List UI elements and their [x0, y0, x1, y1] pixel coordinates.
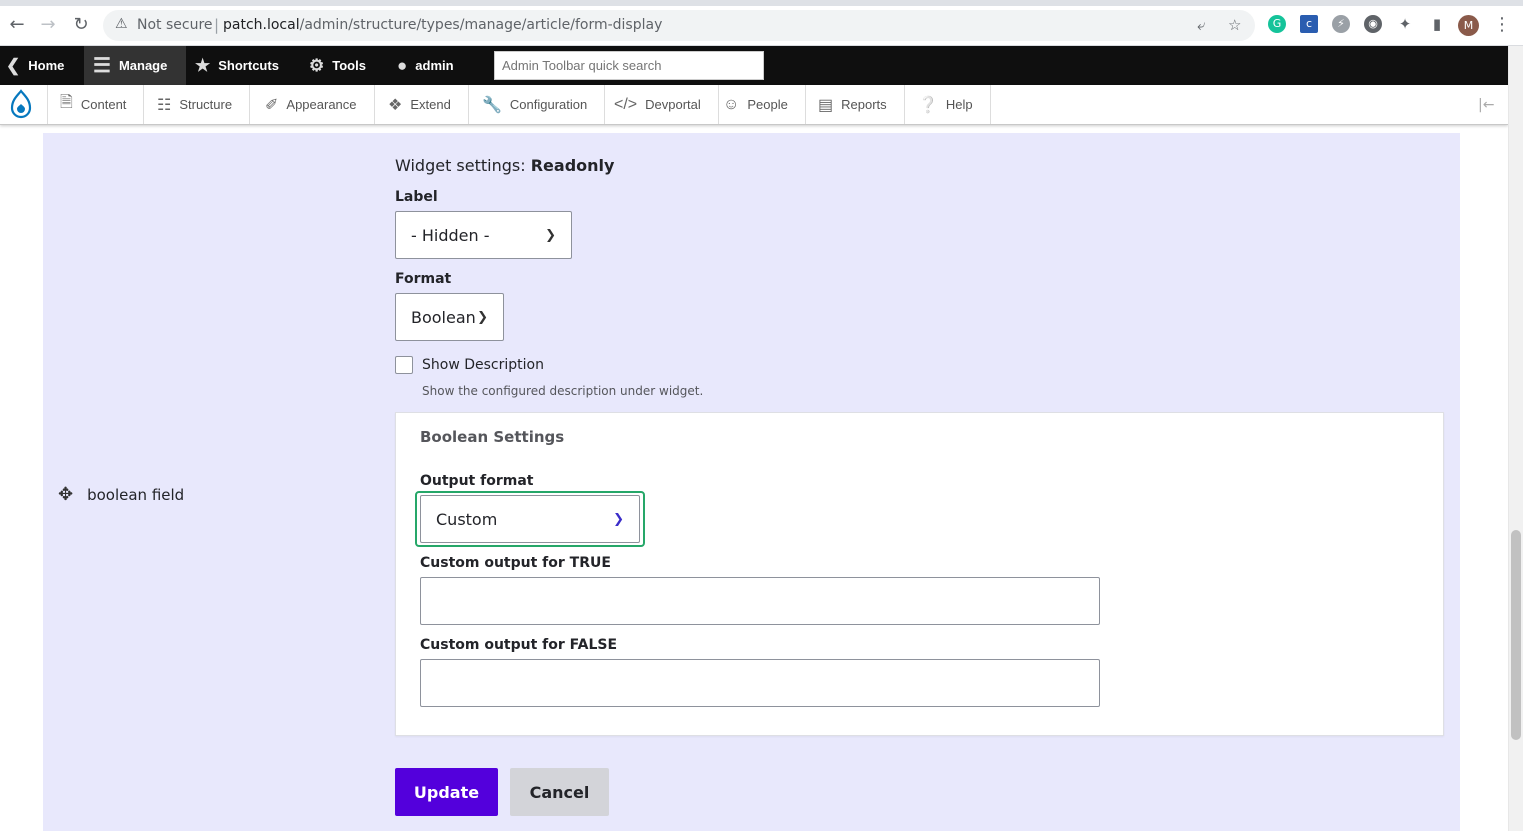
tray-item-help[interactable]: ❔ Help — [906, 85, 991, 124]
admin-tray: 🗎 Content ☷ Structure ✐ Appearance ❖ Extend … — [0, 85, 1508, 125]
reload-icon[interactable]: ↻ — [70, 14, 92, 36]
custom-false-label: Custom output for FALSE — [420, 637, 618, 653]
tray-item-appearance[interactable]: ✐ Appearance — [253, 85, 375, 124]
custom-true-input[interactable] — [420, 577, 1100, 625]
show-description-checkbox[interactable] — [395, 356, 413, 374]
lightning-extension-icon[interactable]: ⚡ — [1332, 15, 1350, 33]
toolbar-search-input[interactable] — [494, 51, 764, 80]
toolbar-user[interactable]: ● admin — [397, 46, 454, 85]
grammarly-icon[interactable]: G — [1268, 15, 1286, 33]
address-bar[interactable]: ⚠ Not secure | patch.local/admin/structu… — [103, 10, 1255, 41]
toolbar-tools[interactable]: ⚙ Tools — [309, 46, 366, 85]
star-icon[interactable]: ☆ — [1228, 16, 1241, 34]
toolbar-home[interactable]: ❮ Home — [6, 46, 64, 85]
people-icon: ☺ — [723, 95, 740, 113]
gear-icon: ⚙ — [309, 55, 325, 75]
scrollbar-thumb[interactable] — [1511, 530, 1521, 740]
format-select[interactable]: Boolean ❯ — [395, 293, 504, 341]
sitemap-icon: ☷ — [157, 96, 172, 114]
tray-orientation-toggle-icon[interactable]: |← — [1478, 97, 1494, 113]
custom-false-input[interactable] — [420, 659, 1100, 707]
output-format-select[interactable]: Custom ❯ — [420, 495, 640, 543]
show-description-help: Show the configured description under wi… — [422, 384, 704, 398]
chevron-down-icon: ❯ — [545, 227, 556, 243]
star-filled-icon: ★ — [195, 55, 211, 75]
boolean-settings-title: Boolean Settings — [420, 428, 565, 446]
warning-icon: ⚠ — [115, 16, 128, 32]
custom-true-label: Custom output for TRUE — [420, 555, 611, 571]
home-icon: ❮ — [6, 55, 21, 75]
puzzle-icon[interactable]: ✦ — [1396, 15, 1414, 33]
widget-settings-title: Widget settings: Readonly — [395, 156, 615, 175]
tab-strip — [0, 0, 1523, 6]
tray-item-structure[interactable]: ☷ Structure — [145, 85, 251, 124]
chevron-down-icon: ❯ — [613, 511, 624, 527]
tray-item-people[interactable]: ☺ People — [711, 85, 806, 124]
drupal-logo-icon[interactable] — [8, 89, 34, 121]
tray-item-configuration[interactable]: 🔧 Configuration — [470, 85, 606, 124]
back-icon[interactable]: ← — [6, 14, 28, 36]
user-icon: ● — [397, 55, 408, 75]
drupal-extension-icon[interactable]: ◉ — [1364, 15, 1382, 33]
puzzle-piece-icon: ❖ — [388, 96, 403, 114]
paintbrush-icon: ✐ — [265, 96, 279, 114]
wrench-icon: 🔧 — [482, 96, 502, 114]
label-select[interactable]: - Hidden - ❯ — [395, 211, 572, 259]
sidepanel-icon[interactable]: ▮ — [1428, 15, 1446, 33]
tray-item-extend[interactable]: ❖ Extend — [376, 85, 469, 124]
output-format-label: Output format — [420, 473, 534, 489]
share-icon[interactable]: ⤶ — [1197, 16, 1205, 34]
help-icon: ❔ — [918, 96, 938, 114]
profile-avatar[interactable]: M — [1458, 15, 1479, 36]
hamburger-icon: ☰ — [93, 55, 111, 77]
file-icon: 🗎 — [60, 94, 73, 111]
admin-toolbar: ❮ Home ☰ Manage ★ Shortcuts ⚙ Tools ● ad… — [0, 46, 1508, 85]
chevron-down-icon: ❯ — [477, 309, 488, 325]
url-text: patch.local/admin/structure/types/manage… — [223, 17, 663, 33]
tray-item-devportal[interactable]: </> Devportal — [602, 85, 719, 124]
toolbar-shortcuts[interactable]: ★ Shortcuts — [195, 46, 279, 85]
omnibox-separator: | — [214, 16, 220, 34]
tray-item-content[interactable]: 🗎 Content — [48, 85, 145, 124]
field-row-label: ✥ boolean field — [58, 484, 185, 505]
format-field-label: Format — [395, 271, 452, 287]
menu-icon[interactable]: ⋮ — [1491, 14, 1513, 36]
show-description-label: Show Description — [422, 357, 544, 373]
tray-item-reports[interactable]: ▤ Reports — [806, 85, 905, 124]
forward-icon[interactable]: → — [37, 14, 59, 36]
code-icon: </> — [614, 95, 638, 113]
update-button[interactable]: Update — [395, 768, 498, 816]
toolbar-manage[interactable]: ☰ Manage — [84, 46, 186, 85]
css-extension-icon[interactable]: c — [1300, 15, 1318, 33]
browser-bar: ← → ↻ ⚠ Not secure | patch.local/admin/s… — [0, 0, 1523, 46]
security-label: Not secure — [137, 17, 213, 33]
drag-handle-icon[interactable]: ✥ — [58, 484, 73, 505]
label-field-label: Label — [395, 189, 438, 205]
page-scrollbar[interactable] — [1508, 46, 1523, 831]
bar-chart-icon: ▤ — [818, 96, 834, 114]
cancel-button[interactable]: Cancel — [510, 768, 609, 816]
